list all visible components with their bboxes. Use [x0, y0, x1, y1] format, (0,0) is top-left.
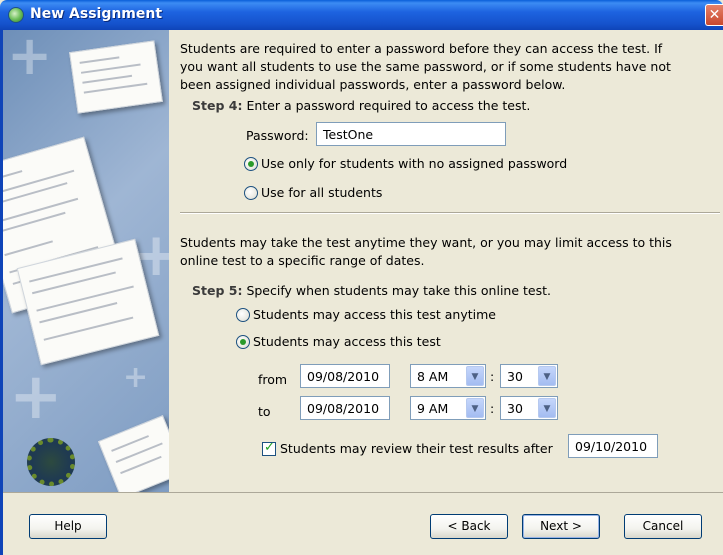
step4-label: Step 4:: [192, 98, 243, 113]
to-label: to: [258, 404, 271, 419]
step5-text: Specify when students may take this onli…: [246, 283, 551, 298]
radio-button[interactable]: [244, 185, 258, 200]
intro-line: Students may take the test anytime they …: [180, 235, 672, 250]
step5-label: Step 5:: [192, 283, 243, 298]
review-results-checkbox-row[interactable]: Students may review their test results a…: [262, 440, 553, 456]
from-date-input[interactable]: 09/08/2010: [300, 364, 390, 388]
select-value: 8 AM: [417, 369, 449, 384]
close-button[interactable]: ✕: [705, 4, 723, 26]
title-bar: New Assignment ✕: [0, 0, 723, 30]
select-value: 9 AM: [417, 401, 449, 416]
to-hour-select[interactable]: 9 AM ▼: [410, 396, 486, 420]
next-button[interactable]: Next >: [522, 514, 600, 539]
chevron-down-icon[interactable]: ▼: [538, 366, 556, 386]
intro-line: been assigned individual passwords, ente…: [180, 77, 566, 92]
chevron-down-icon[interactable]: ▼: [466, 366, 484, 386]
logo-icon: [27, 438, 75, 486]
radio-access-anytime[interactable]: Students may access this test anytime: [236, 307, 496, 322]
window-title: New Assignment: [30, 6, 163, 22]
cancel-button[interactable]: Cancel: [624, 514, 702, 539]
back-button[interactable]: < Back: [430, 514, 508, 539]
radio-button[interactable]: [236, 307, 250, 322]
access-intro: Students may take the test anytime they …: [180, 234, 710, 270]
select-value: 30: [507, 369, 523, 384]
radio-button[interactable]: [244, 156, 258, 171]
worksheet-paper-icon: [69, 40, 163, 114]
help-button[interactable]: Help: [29, 514, 107, 539]
radio-all-students[interactable]: Use for all students: [244, 185, 382, 200]
checkbox-label: Students may review their test results a…: [280, 441, 553, 456]
radio-label: Students may access this test anytime: [253, 307, 496, 322]
plus-decoration: +: [9, 360, 63, 434]
password-input[interactable]: TestOne: [316, 122, 506, 146]
radio-no-assigned-password[interactable]: Use only for students with no assigned p…: [244, 156, 567, 171]
step5-heading: Step 5: Specify when students may take t…: [192, 283, 551, 298]
button-bar: Help < Back Next > Cancel: [3, 492, 723, 555]
step4-text: Enter a password required to access the …: [246, 98, 531, 113]
intro-line: you want all students to use the same pa…: [180, 59, 671, 74]
from-minute-select[interactable]: 30 ▼: [500, 364, 558, 388]
from-hour-select[interactable]: 8 AM ▼: [410, 364, 486, 388]
to-minute-select[interactable]: 30 ▼: [500, 396, 558, 420]
review-results-checkbox[interactable]: [262, 440, 276, 456]
section-divider: [180, 212, 720, 214]
plus-decoration: +: [7, 30, 53, 87]
intro-line: Students are required to enter a passwor…: [180, 41, 663, 56]
worksheet-paper-icon: [97, 415, 169, 492]
chevron-down-icon[interactable]: ▼: [466, 398, 484, 418]
select-value: 30: [507, 401, 523, 416]
password-label: Password:: [246, 128, 309, 143]
side-graphic-panel: + + + + +: [3, 30, 169, 492]
radio-button[interactable]: [236, 334, 250, 349]
step4-heading: Step 4: Enter a password required to acc…: [192, 98, 530, 113]
radio-label: Use for all students: [261, 185, 383, 200]
time-separator: :: [490, 369, 495, 384]
password-intro: Students are required to enter a passwor…: [180, 40, 710, 94]
radio-access-range[interactable]: Students may access this test: [236, 334, 441, 349]
time-separator: :: [490, 401, 495, 416]
review-date-input[interactable]: 09/10/2010: [568, 434, 658, 458]
to-date-input[interactable]: 09/08/2010: [300, 396, 390, 420]
assignment-step-content: Students are required to enter a passwor…: [170, 30, 723, 492]
intro-line: online test to a specific range of dates…: [180, 253, 425, 268]
radio-label: Students may access this test: [253, 334, 441, 349]
plus-decoration: +: [123, 360, 149, 395]
app-globe-icon: [8, 7, 24, 23]
from-label: from: [258, 372, 288, 387]
radio-label: Use only for students with no assigned p…: [261, 156, 568, 171]
chevron-down-icon[interactable]: ▼: [538, 398, 556, 418]
